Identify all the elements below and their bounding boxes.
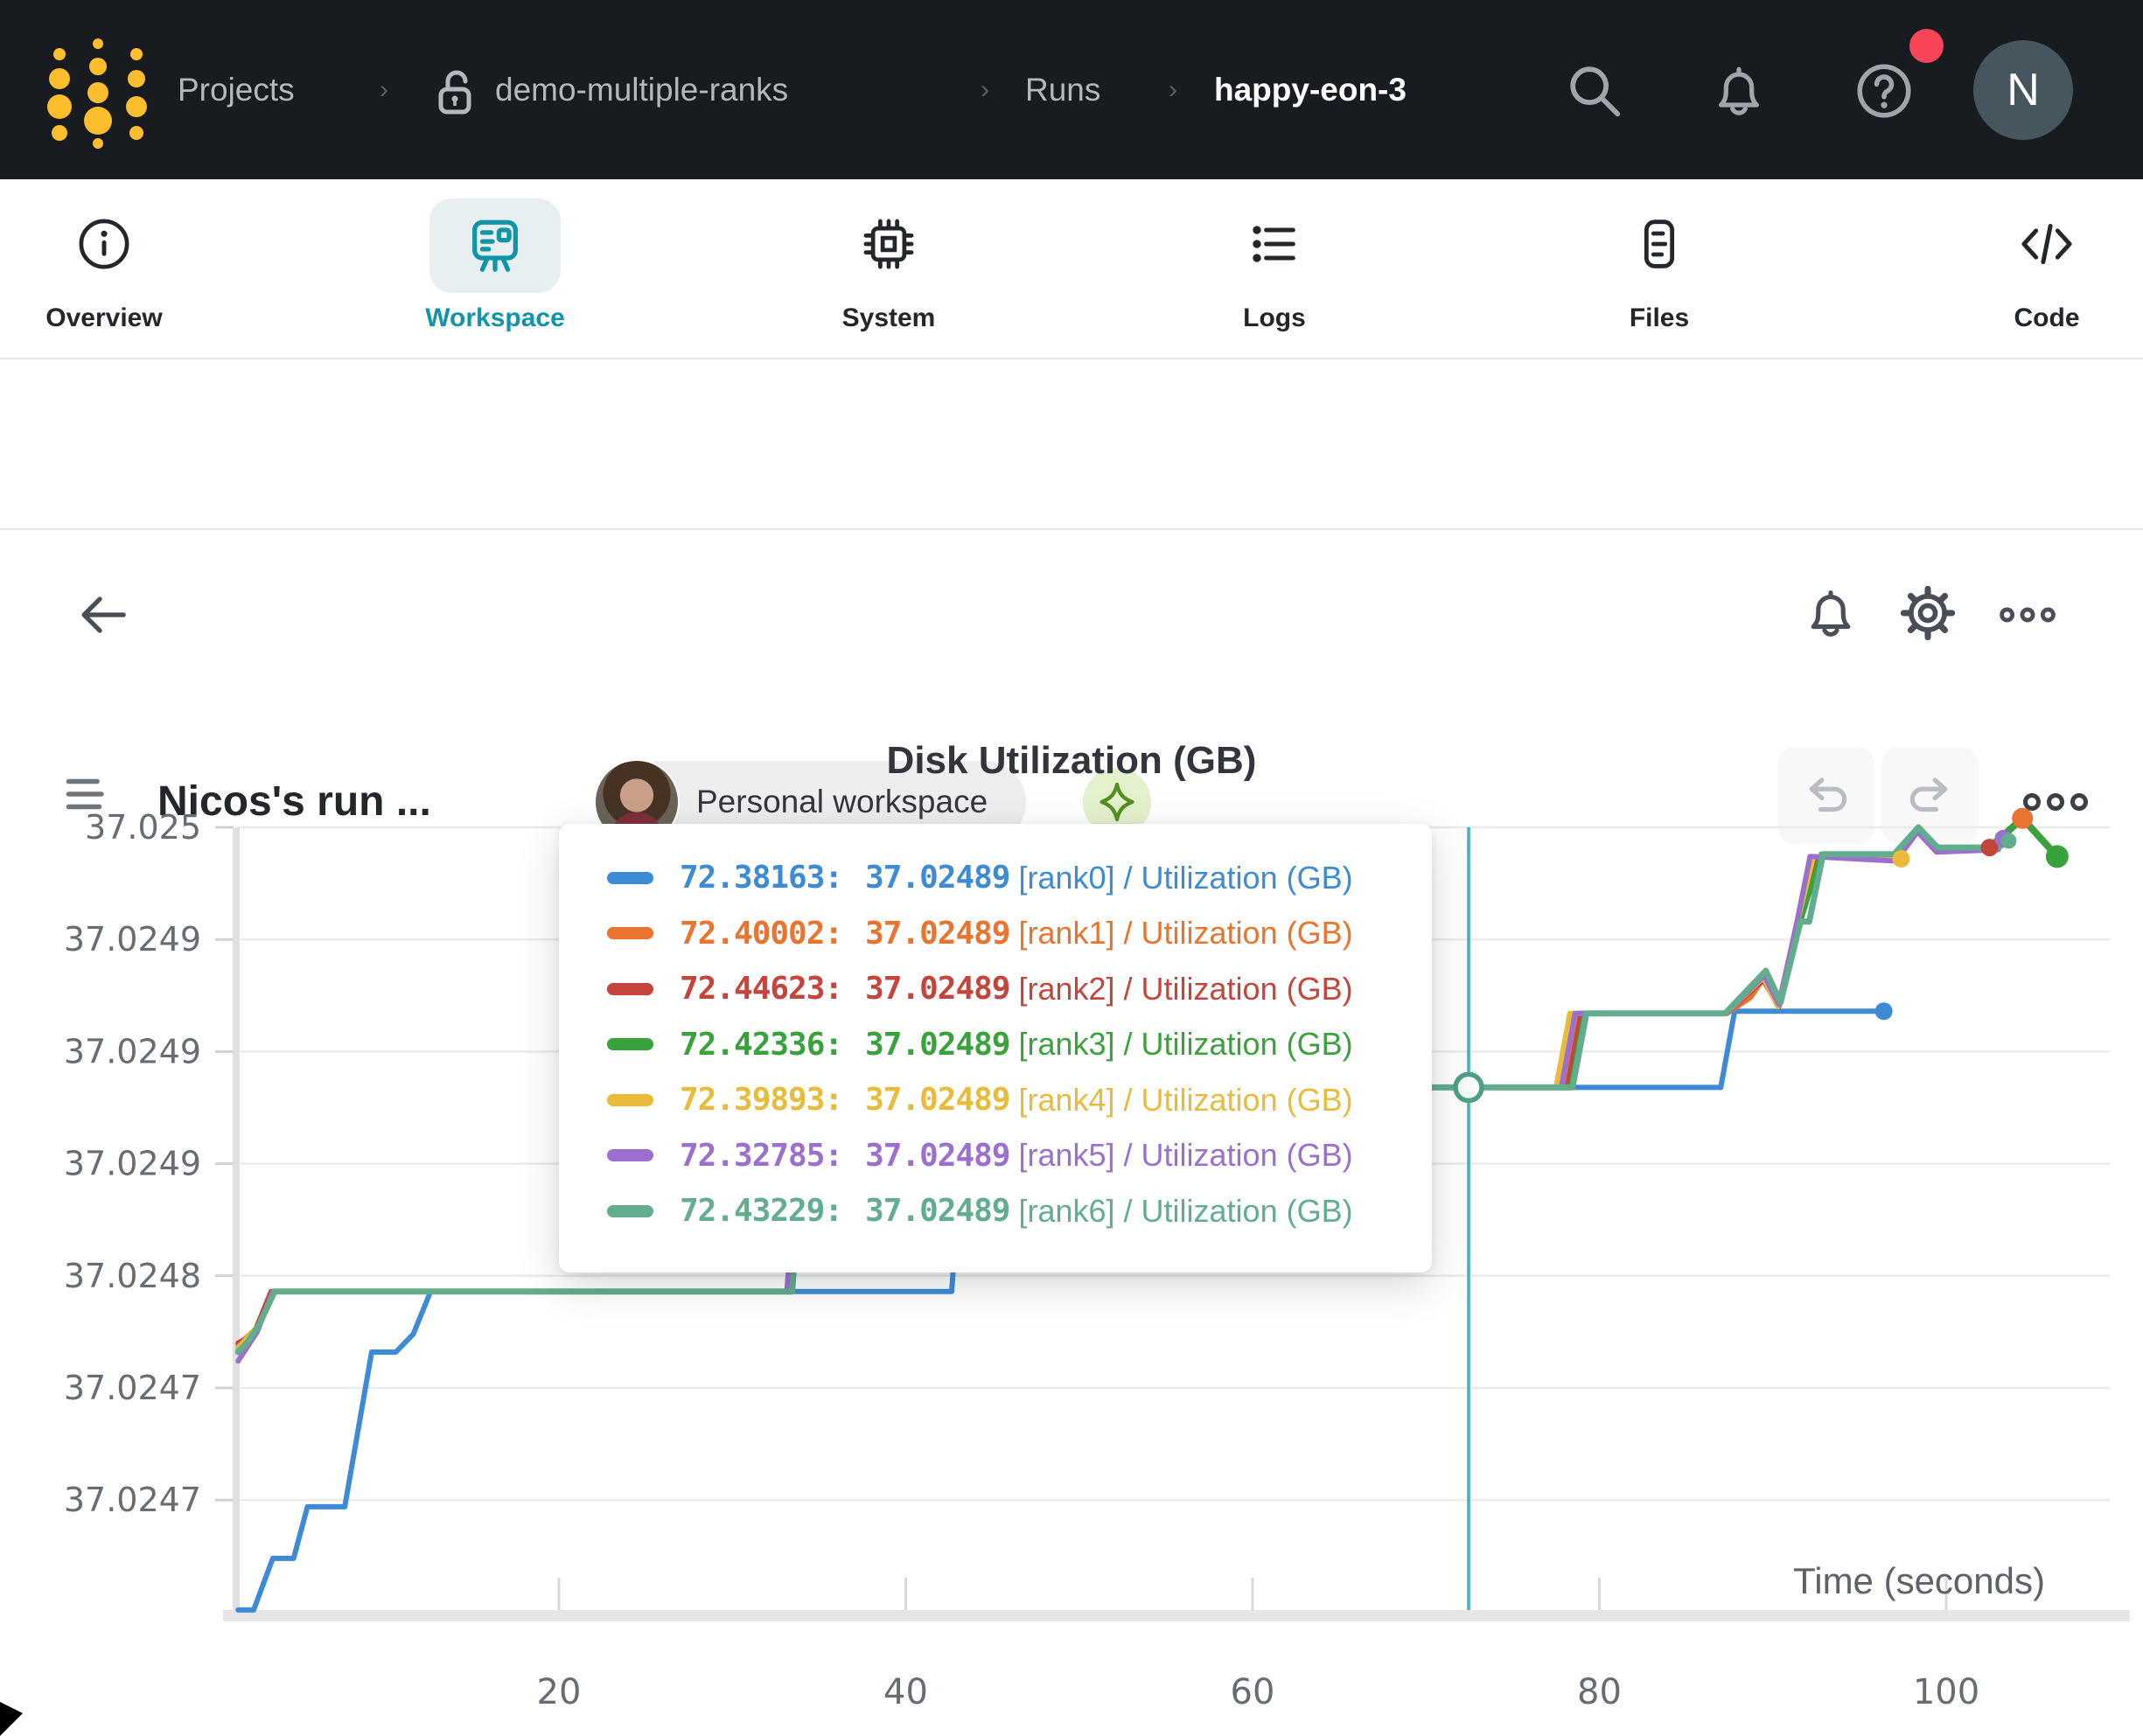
tooltip-y-value: 37.02489 [865,1138,1009,1174]
y-axis-label: 37.0249 [64,920,201,959]
endpoint-rank0 [1875,1002,1893,1020]
x-axis-label: 60 [1231,1672,1275,1712]
legend-swatch [607,872,653,884]
crosshair-marker [1455,1074,1482,1100]
tooltip-x-value: 72.40002: [680,916,842,952]
tooltip-x-value: 72.32785: [680,1138,842,1174]
tooltip-x-value: 72.42336: [680,1027,842,1063]
tooltip-x-value: 72.44623: [680,971,842,1007]
tooltip-x-value: 72.39893: [680,1082,842,1118]
x-axis-title: Time (seconds) [1793,1560,2045,1601]
tooltip-x-value: 72.43229: [680,1193,842,1229]
x-axis-label: 100 [1913,1672,1979,1712]
legend-swatch [607,1149,653,1161]
x-axis-label: 80 [1577,1672,1622,1712]
tooltip-row: 72.44623: 37.02489[rank2] / Utilization (… [607,961,1432,1017]
y-axis-label: 37.0249 [64,1032,201,1070]
legend-swatch [607,1205,653,1217]
tooltip-row: 72.43229: 37.02489[rank6] / Utilization (… [607,1183,1432,1239]
endpoint-rank6 [2000,833,2016,848]
y-axis-label: 37.0247 [64,1369,201,1407]
chart-tooltip: 72.38163:37.02489[rank0] / Utilization (… [559,824,1432,1272]
tooltip-y-value: 37.02489 [865,860,1009,896]
legend-swatch [607,1038,653,1050]
tooltip-row: 72.39893: 37.02489[rank4] / Utilization (… [607,1072,1432,1128]
legend-swatch [607,1094,653,1106]
mouse-cursor [0,1702,23,1736]
tooltip-rows: 72.38163:37.02489[rank0] / Utilization (… [607,850,1432,1239]
y-axis-label: 37.0249 [64,1145,201,1183]
tooltip-row: 72.42336: 37.02489[rank3] / Utilization (… [607,1017,1432,1073]
tooltip-y-value: 37.02489 [865,971,1009,1007]
endpoint-rank1 [2012,808,2033,829]
tooltip-y-value: 37.02489 [865,1193,1009,1229]
y-axis-label: 37.0248 [64,1257,201,1295]
legend-swatch [607,983,653,995]
tooltip-y-value: 37.02489 [865,1027,1009,1063]
x-axis-label: 40 [883,1672,928,1712]
tooltip-series-label: [rank2] / Utilization (GB) [1018,971,1352,1007]
tooltip-series-label: [rank0] / Utilization (GB) [1018,860,1352,896]
tooltip-row: 72.38163: 37.02489[rank0] / Utilization (… [607,850,1432,906]
tooltip-series-label: [rank4] / Utilization (GB) [1018,1082,1352,1119]
tooltip-x-value: 72.38163: [680,860,842,896]
legend-swatch [607,927,653,939]
tooltip-series-label: [rank5] / Utilization (GB) [1018,1137,1352,1174]
tooltip-series-label: [rank1] / Utilization (GB) [1018,915,1352,952]
tooltip-series-label: [rank6] / Utilization (GB) [1018,1193,1352,1230]
y-axis-label: 37.0247 [64,1481,201,1519]
endpoint-rank3 [2046,845,2069,868]
endpoint-rank4 [1892,850,1909,868]
tooltip-y-value: 37.02489 [865,1082,1009,1118]
tooltip-row: 72.40002: 37.02489[rank1] / Utilization (… [607,906,1432,962]
tooltip-y-value: 37.02489 [865,916,1009,952]
tooltip-row: 72.32785: 37.02489[rank5] / Utilization (… [607,1128,1432,1184]
y-axis-label: 37.025 [85,808,201,847]
tooltip-series-label: [rank3] / Utilization (GB) [1018,1026,1352,1063]
x-axis-label: 20 [537,1672,582,1712]
